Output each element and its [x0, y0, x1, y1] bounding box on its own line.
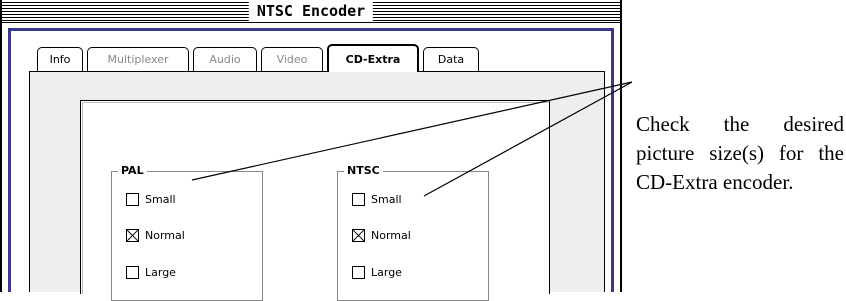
callout-line-pal [191, 81, 633, 181]
callout-note: Check the desired picture size(s) for th… [636, 112, 844, 194]
callout-line-ntsc [423, 81, 633, 197]
tab-cd-extra[interactable]: CD-Extra [327, 44, 419, 72]
